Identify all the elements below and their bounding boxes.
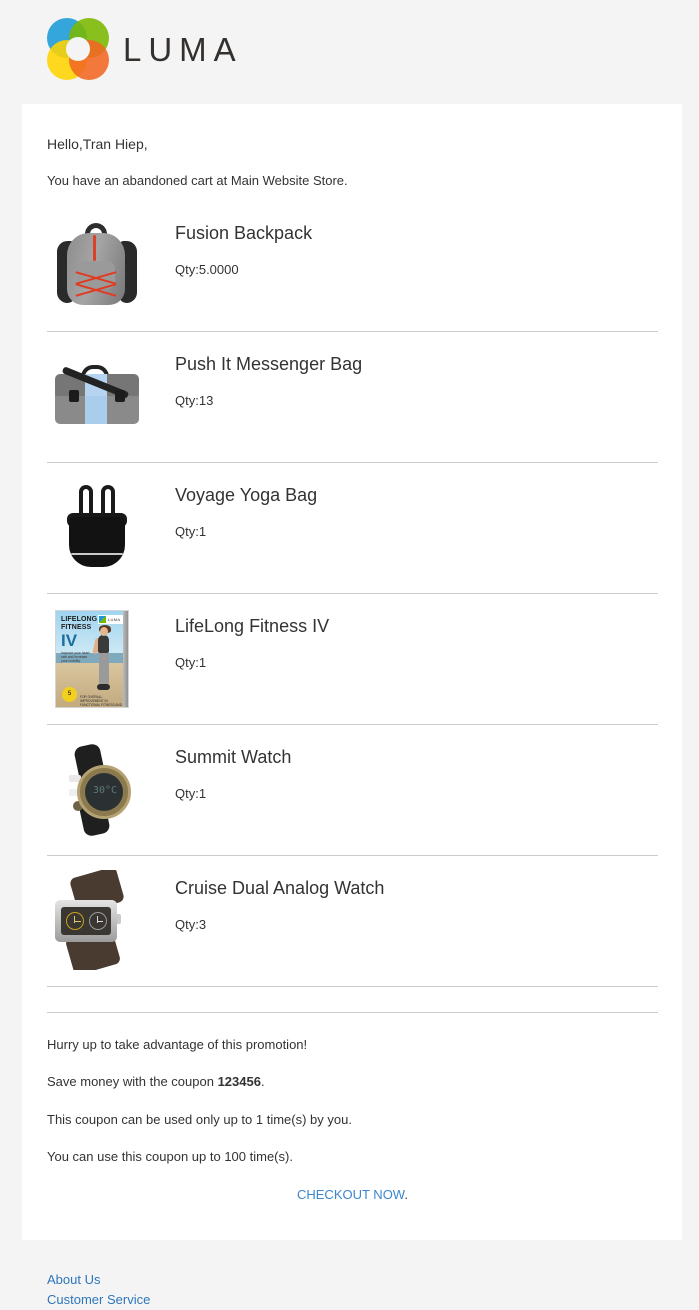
dvd-footer-text: FOR OVERALL IMPROVEMENT IN FUNCTIONAL FI…	[80, 694, 123, 707]
luma-logo-icon	[47, 18, 109, 80]
messenger-bag-image	[47, 346, 147, 446]
coupon-prefix: Save money with the coupon	[47, 1074, 218, 1089]
email-body: LUMA Hello,Tran Hiep, You have an abando…	[0, 0, 699, 1310]
dvd-title-line2: FITNESS	[61, 623, 92, 631]
greeting-text: Hello,Tran Hiep,	[47, 136, 148, 152]
yoga-bag-image	[47, 477, 147, 577]
product-name[interactable]: LifeLong Fitness IV	[175, 616, 329, 638]
cruise-watch-image	[47, 869, 147, 970]
summit-watch-image: 30°C	[47, 739, 147, 839]
brand-logo[interactable]: LUMA	[47, 18, 699, 80]
product-info: Summit Watch Qty:1	[147, 739, 291, 802]
fitness-dvd-image: LIFELONG FITNESS IV Improve your heart r…	[47, 608, 147, 708]
product-qty: Qty:5.0000	[175, 262, 239, 278]
product-qty: Qty:3	[175, 917, 207, 933]
table-row[interactable]: Push It Messenger Bag Qty:13	[47, 332, 658, 463]
dvd-subtitle: Improve your heart rate and increase you…	[61, 650, 90, 664]
footer-link-about-us[interactable]: About Us	[47, 1270, 699, 1290]
product-info: Voyage Yoga Bag Qty:1	[147, 477, 317, 540]
product-name[interactable]: Push It Messenger Bag	[175, 354, 362, 376]
abandoned-cart-product-list: Fusion Backpack Qty:5.0000 Push It Messe…	[47, 201, 658, 987]
logo-center-hole-icon	[66, 37, 90, 61]
footer-link-customer-service[interactable]: Customer Service	[47, 1290, 699, 1310]
product-qty: Qty:1	[175, 524, 207, 540]
coupon-code: 123456	[217, 1074, 261, 1089]
promo-line-2: Save money with the coupon 123456.	[47, 1072, 658, 1092]
table-row[interactable]: Cruise Dual Analog Watch Qty:3	[47, 856, 658, 987]
dvd-badge: 5	[62, 686, 77, 702]
promo-line-4: You can use this coupon up to 100 time(s…	[47, 1149, 293, 1164]
email-footer: About Us Customer Service	[0, 1240, 699, 1310]
product-name[interactable]: Summit Watch	[175, 747, 291, 769]
email-content-card: Hello,Tran Hiep, You have an abandoned c…	[22, 104, 682, 1240]
product-info: Fusion Backpack Qty:5.0000	[147, 215, 312, 278]
product-qty: Qty:1	[175, 655, 207, 671]
table-row[interactable]: LIFELONG FITNESS IV Improve your heart r…	[47, 594, 658, 725]
backpack-image	[47, 215, 147, 315]
table-row[interactable]: 30°C Summit Watch Qty:1	[47, 725, 658, 856]
product-info: Push It Messenger Bag Qty:13	[147, 346, 362, 409]
table-row[interactable]: Voyage Yoga Bag Qty:1	[47, 463, 658, 594]
brand-name: LUMA	[123, 30, 243, 68]
product-qty: Qty:13	[175, 393, 214, 409]
product-name[interactable]: Fusion Backpack	[175, 223, 312, 245]
promo-line-3: This coupon can be used only up to 1 tim…	[47, 1111, 352, 1127]
product-info: Cruise Dual Analog Watch Qty:3	[147, 870, 384, 933]
dvd-logo-text: LUMA	[108, 616, 121, 622]
dvd-title-line1: LIFELONG	[61, 615, 98, 623]
checkout-period: .	[404, 1186, 408, 1202]
intro-text: You have an abandoned cart at Main Websi…	[47, 173, 348, 188]
product-info: LifeLong Fitness IV Qty:1	[147, 608, 329, 671]
promo-line-1: Hurry up to take advantage of this promo…	[47, 1036, 308, 1052]
checkout-line: CHECKOUT NOW.	[47, 1185, 658, 1205]
coupon-suffix: .	[260, 1074, 265, 1089]
table-row[interactable]: Fusion Backpack Qty:5.0000	[47, 201, 658, 332]
checkout-now-link[interactable]: CHECKOUT NOW	[297, 1187, 404, 1202]
email-header: LUMA	[0, 0, 699, 104]
product-name[interactable]: Cruise Dual Analog Watch	[175, 878, 384, 900]
summit-watch-display: 30°C	[92, 784, 118, 796]
product-name[interactable]: Voyage Yoga Bag	[175, 485, 317, 507]
product-qty: Qty:1	[175, 786, 207, 802]
promotion-section: Hurry up to take advantage of this promo…	[47, 1013, 658, 1205]
dvd-volume: IV	[61, 630, 78, 650]
dvd-luma-logo-icon: LUMA	[98, 614, 124, 624]
